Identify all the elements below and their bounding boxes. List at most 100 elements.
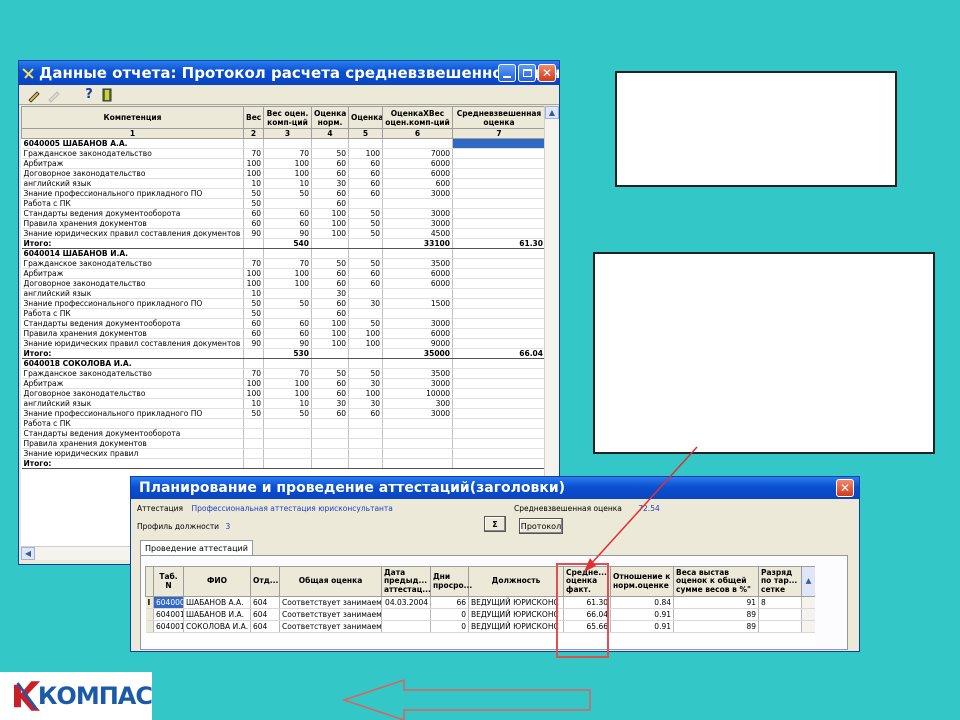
table-cell[interactable]: 66 [430,596,469,609]
col-header[interactable]: Должность [468,566,564,597]
attestation-close-button[interactable]: ✕ [836,479,854,497]
table-row[interactable]: английский язык 10 10 30 30 300 [21,398,545,409]
table-cell[interactable]: ВЕДУЩИЙ ЮРИСКОНС [468,620,564,633]
table-row[interactable]: Знание профессионального прикладного ПО 5… [21,408,545,419]
table-row[interactable]: Работа с ПК [21,418,545,429]
table-cell[interactable]: 0.84 [610,596,674,609]
total-row[interactable]: Итого: 540 33100 61.30 [21,238,545,249]
col-header[interactable]: Веса выстав оценок к общей сумме весов в… [673,566,759,597]
table-row[interactable]: Гражданское законодательство 70 70 50 100 700… [21,148,545,159]
col-header[interactable]: Оценка [348,106,383,129]
table-row[interactable]: Правила хранения документов 60 60 100 100 600… [21,328,545,339]
table-cell[interactable]: 604 [250,596,280,609]
table-row[interactable]: Арбитраж 100 100 60 30 3000 [21,378,545,389]
sigma-button[interactable]: Σ [484,516,506,532]
scroll-up-icon[interactable]: ▲ [545,106,559,119]
table-cell[interactable]: 0 [430,608,469,621]
col-header[interactable]: Вес [243,106,264,129]
table-cell[interactable]: ШАБАНОВ А.А. [183,596,251,609]
edit-icon[interactable] [27,87,43,103]
table-row[interactable]: Гражданское законодательство 70 70 50 50 3500 [21,258,545,269]
table-row[interactable]: Работа с ПК 50 60 [21,198,545,209]
col-header[interactable]: Компетенция [21,106,244,129]
col-header[interactable]: Вес оцен. комп-ций [263,106,312,129]
table-cell[interactable]: 89 [673,608,759,621]
table-row[interactable]: Знание юридических правил составления до… [21,228,545,239]
table-row[interactable]: Знание юридических правил [21,448,545,459]
table-cell[interactable]: 0 [430,620,469,633]
table-row[interactable]: Арбитраж 100 100 60 60 6000 [21,158,545,169]
col-header[interactable]: Дата предыд... аттестац... [381,566,431,597]
table-cell[interactable] [758,620,802,633]
table-row[interactable]: Договорное законодательство 100 100 60 60 600… [21,278,545,289]
attestation-value[interactable]: Профессиональная аттестация юрисконсульт… [191,504,392,513]
table-cell[interactable]: 6040018 [153,620,184,633]
table-cell[interactable]: Соответствует занимаемо [279,608,382,621]
table-row[interactable]: Правила хранения документов 60 60 100 50 3000 [21,218,545,229]
table-row[interactable]: Знание юридических правил составления до… [21,338,545,349]
row-indicator[interactable]: I [145,596,154,609]
table-cell[interactable]: 604 [250,620,280,633]
scroll-up-icon[interactable]: ▲ [801,566,815,597]
table-row[interactable]: Договорное законодательство 100 100 60 100 10… [21,388,545,399]
table-row[interactable]: 6040018СОКОЛОВА И.А.604Соответствует зан… [145,620,815,633]
table-row[interactable]: Знание профессионального прикладного ПО 5… [21,188,545,199]
table-row[interactable]: Работа с ПК 50 60 [21,308,545,319]
table-row[interactable]: английский язык 10 10 30 60 600 [21,178,545,189]
scrollbar-track[interactable] [801,620,815,633]
table-cell[interactable] [758,608,802,621]
row-indicator[interactable] [145,620,154,633]
table-row[interactable]: Гражданское законодательство 70 70 50 50 3500 [21,368,545,379]
close-button[interactable]: ✕ [538,64,556,82]
table-cell[interactable]: 6040005 [153,596,184,609]
profile-value[interactable]: 3 [225,522,230,531]
col-header[interactable]: Общая оценка [279,566,382,597]
group-header-row[interactable]: 6040005 ШАБАНОВ А.А. [21,138,545,149]
minimize-button[interactable] [498,64,516,82]
group-header-row[interactable]: 6040018 СОКОЛОВА И.А. [21,358,545,369]
table-row[interactable]: Договорное законодательство 100 100 60 60 600… [21,168,545,179]
table-cell[interactable]: СОКОЛОВА И.А. [183,620,251,633]
scrollbar-track[interactable] [801,608,815,621]
col-header[interactable]: Средневзвешенная оценка [452,106,545,129]
table-cell[interactable]: ВЕДУЩИЙ ЮРИСКОНС [468,596,564,609]
col-header[interactable]: Оценка норм. [311,106,349,129]
table-cell[interactable]: ВЕДУЩИЙ ЮРИСКОНС [468,608,564,621]
exit-door-icon[interactable] [99,87,115,103]
table-row[interactable]: Знание профессионального прикладного ПО 5… [21,298,545,309]
table-row[interactable]: I6040005ШАБАНОВ А.А.604Соответствует зан… [145,596,815,609]
table-cell[interactable]: Соответствует занимаемо [279,596,382,609]
table-cell[interactable]: 91 [673,596,759,609]
table-cell[interactable] [381,620,431,633]
scroll-left-icon[interactable]: ◀ [21,547,35,560]
table-cell[interactable]: 6040014 [153,608,184,621]
table-row[interactable]: Правила хранения документов [21,438,545,449]
table-row[interactable]: Арбитраж 100 100 60 60 6000 [21,268,545,279]
maximize-button[interactable] [518,64,536,82]
col-header[interactable]: Таб. N [153,566,184,597]
tab-attestation-conduct[interactable]: Проведение аттестаций [140,540,253,556]
disabled-edit-icon[interactable] [47,87,63,103]
table-cell[interactable]: ШАБАНОВ И.А. [183,608,251,621]
col-header[interactable]: ОценкаXВес оцен.комп-ций [382,106,453,129]
table-cell[interactable]: Соответствует занимаемо [279,620,382,633]
table-cell[interactable]: 0.91 [610,620,674,633]
total-row[interactable]: Итого: [21,458,545,469]
col-header[interactable]: Отд... [250,566,280,597]
table-cell[interactable]: 89 [673,620,759,633]
table-row[interactable]: Стандарты ведения документооборота 60 60 10… [21,208,545,219]
group-header-row[interactable]: 6040014 ШАБАНОВ И.А. [21,248,545,259]
table-cell[interactable]: 8 [758,596,802,609]
total-row[interactable]: Итого: 530 35000 66.04 [21,348,545,359]
protocol-button[interactable]: Протокол [519,518,563,534]
table-row[interactable]: Стандарты ведения документооборота [21,428,545,439]
scrollbar-track[interactable] [801,596,815,609]
table-cell[interactable] [381,608,431,621]
table-row[interactable]: 6040014ШАБАНОВ И.А.604Соответствует зани… [145,608,815,621]
col-header[interactable]: ФИО [183,566,251,597]
col-header[interactable]: Дни просро... [430,566,472,597]
help-icon[interactable]: ? [81,87,97,103]
col-header[interactable]: Отношение к норм.оценке [610,566,674,597]
col-header[interactable]: Разряд по тар... сетке [758,566,802,597]
row-indicator[interactable] [145,608,154,621]
